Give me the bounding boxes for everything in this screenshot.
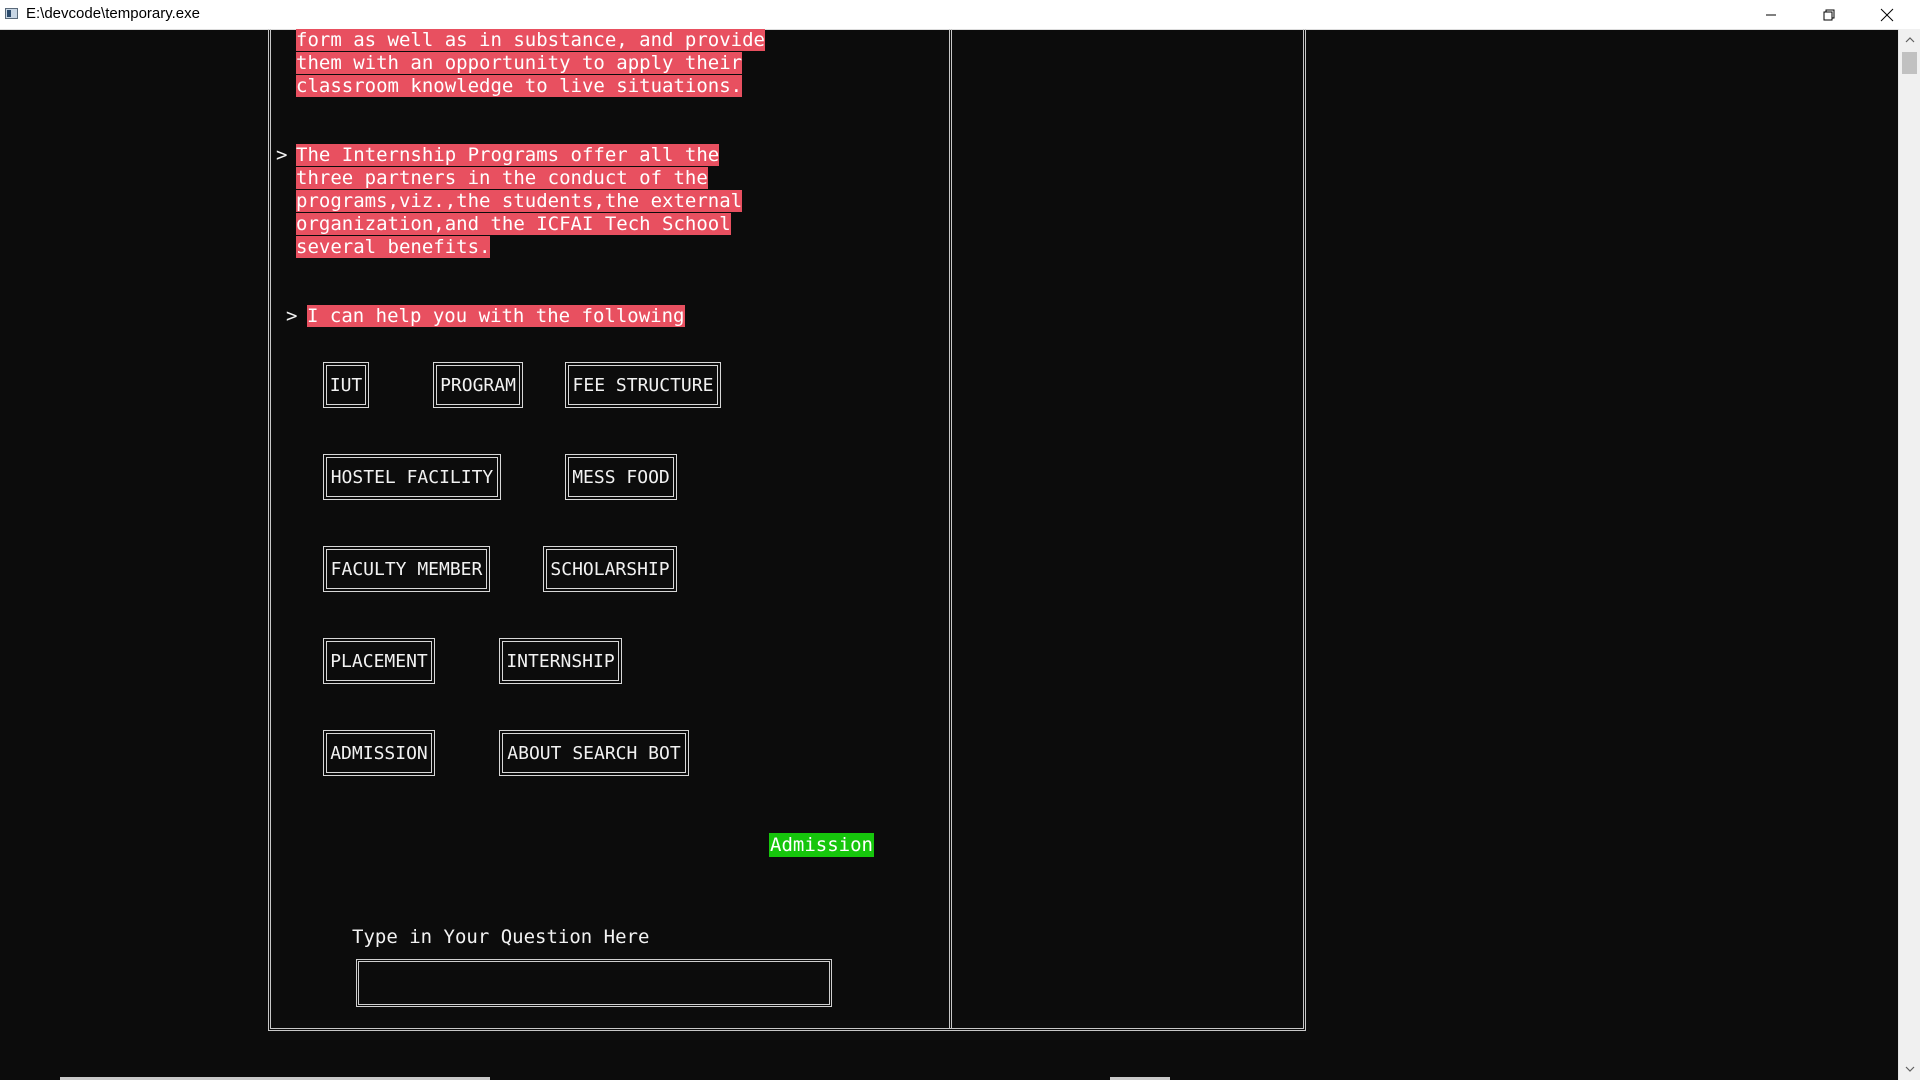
console-app-icon xyxy=(5,8,18,19)
chat-line: organization,and the ICFAI Tech School xyxy=(296,213,731,235)
mess-food-button[interactable]: MESS FOOD xyxy=(565,454,677,500)
scroll-up-arrow-icon[interactable] xyxy=(1899,29,1920,51)
question-label: Type in Your Question Here xyxy=(352,926,650,948)
fee-structure-button[interactable]: FEE STRUCTURE xyxy=(565,362,721,408)
about-search-bot-button[interactable]: ABOUT SEARCH BOT xyxy=(499,730,689,776)
program-button[interactable]: PROGRAM xyxy=(433,362,523,408)
prompt-marker: > xyxy=(286,305,298,327)
chat-line: them with an opportunity to apply their xyxy=(296,52,743,74)
help-intro: I can help you with the following xyxy=(307,305,685,327)
minimize-icon xyxy=(1766,14,1776,15)
vertical-scrollbar[interactable] xyxy=(1898,29,1920,1080)
scholarship-button[interactable]: SCHOLARSHIP xyxy=(543,546,677,592)
placement-button[interactable]: PLACEMENT xyxy=(323,638,435,684)
restore-icon xyxy=(1823,9,1835,20)
close-icon xyxy=(1880,8,1894,21)
scrollbar-thumb[interactable] xyxy=(1902,52,1917,74)
prompt-marker: > xyxy=(276,144,288,166)
scroll-down-arrow-icon[interactable] xyxy=(1899,1058,1920,1080)
panel-divider xyxy=(949,29,952,1029)
question-input[interactable] xyxy=(356,959,832,1007)
restore-button[interactable] xyxy=(1800,0,1858,29)
admission-button[interactable]: ADMISSION xyxy=(323,730,435,776)
window-title: E:\devcode\temporary.exe xyxy=(26,5,200,22)
close-button[interactable] xyxy=(1858,0,1916,29)
window-title-bar: E:\devcode\temporary.exe xyxy=(0,0,1920,30)
iut-button[interactable]: IUT xyxy=(323,362,369,408)
chat-line: form as well as in substance, and provid… xyxy=(296,29,765,51)
user-message: Admission xyxy=(769,833,874,857)
chat-line: programs,viz.,the students,the external xyxy=(296,190,743,212)
internship-button[interactable]: INTERNSHIP xyxy=(499,638,622,684)
minimize-button[interactable] xyxy=(1742,0,1800,29)
chat-line: The Internship Programs offer all the xyxy=(296,144,720,166)
chat-line: several benefits. xyxy=(296,236,491,258)
faculty-member-button[interactable]: FACULTY MEMBER xyxy=(323,546,490,592)
hostel-facility-button[interactable]: HOSTEL FACILITY xyxy=(323,454,501,500)
chat-line: three partners in the conduct of the xyxy=(296,167,708,189)
chat-line: classroom knowledge to live situations. xyxy=(296,75,743,97)
